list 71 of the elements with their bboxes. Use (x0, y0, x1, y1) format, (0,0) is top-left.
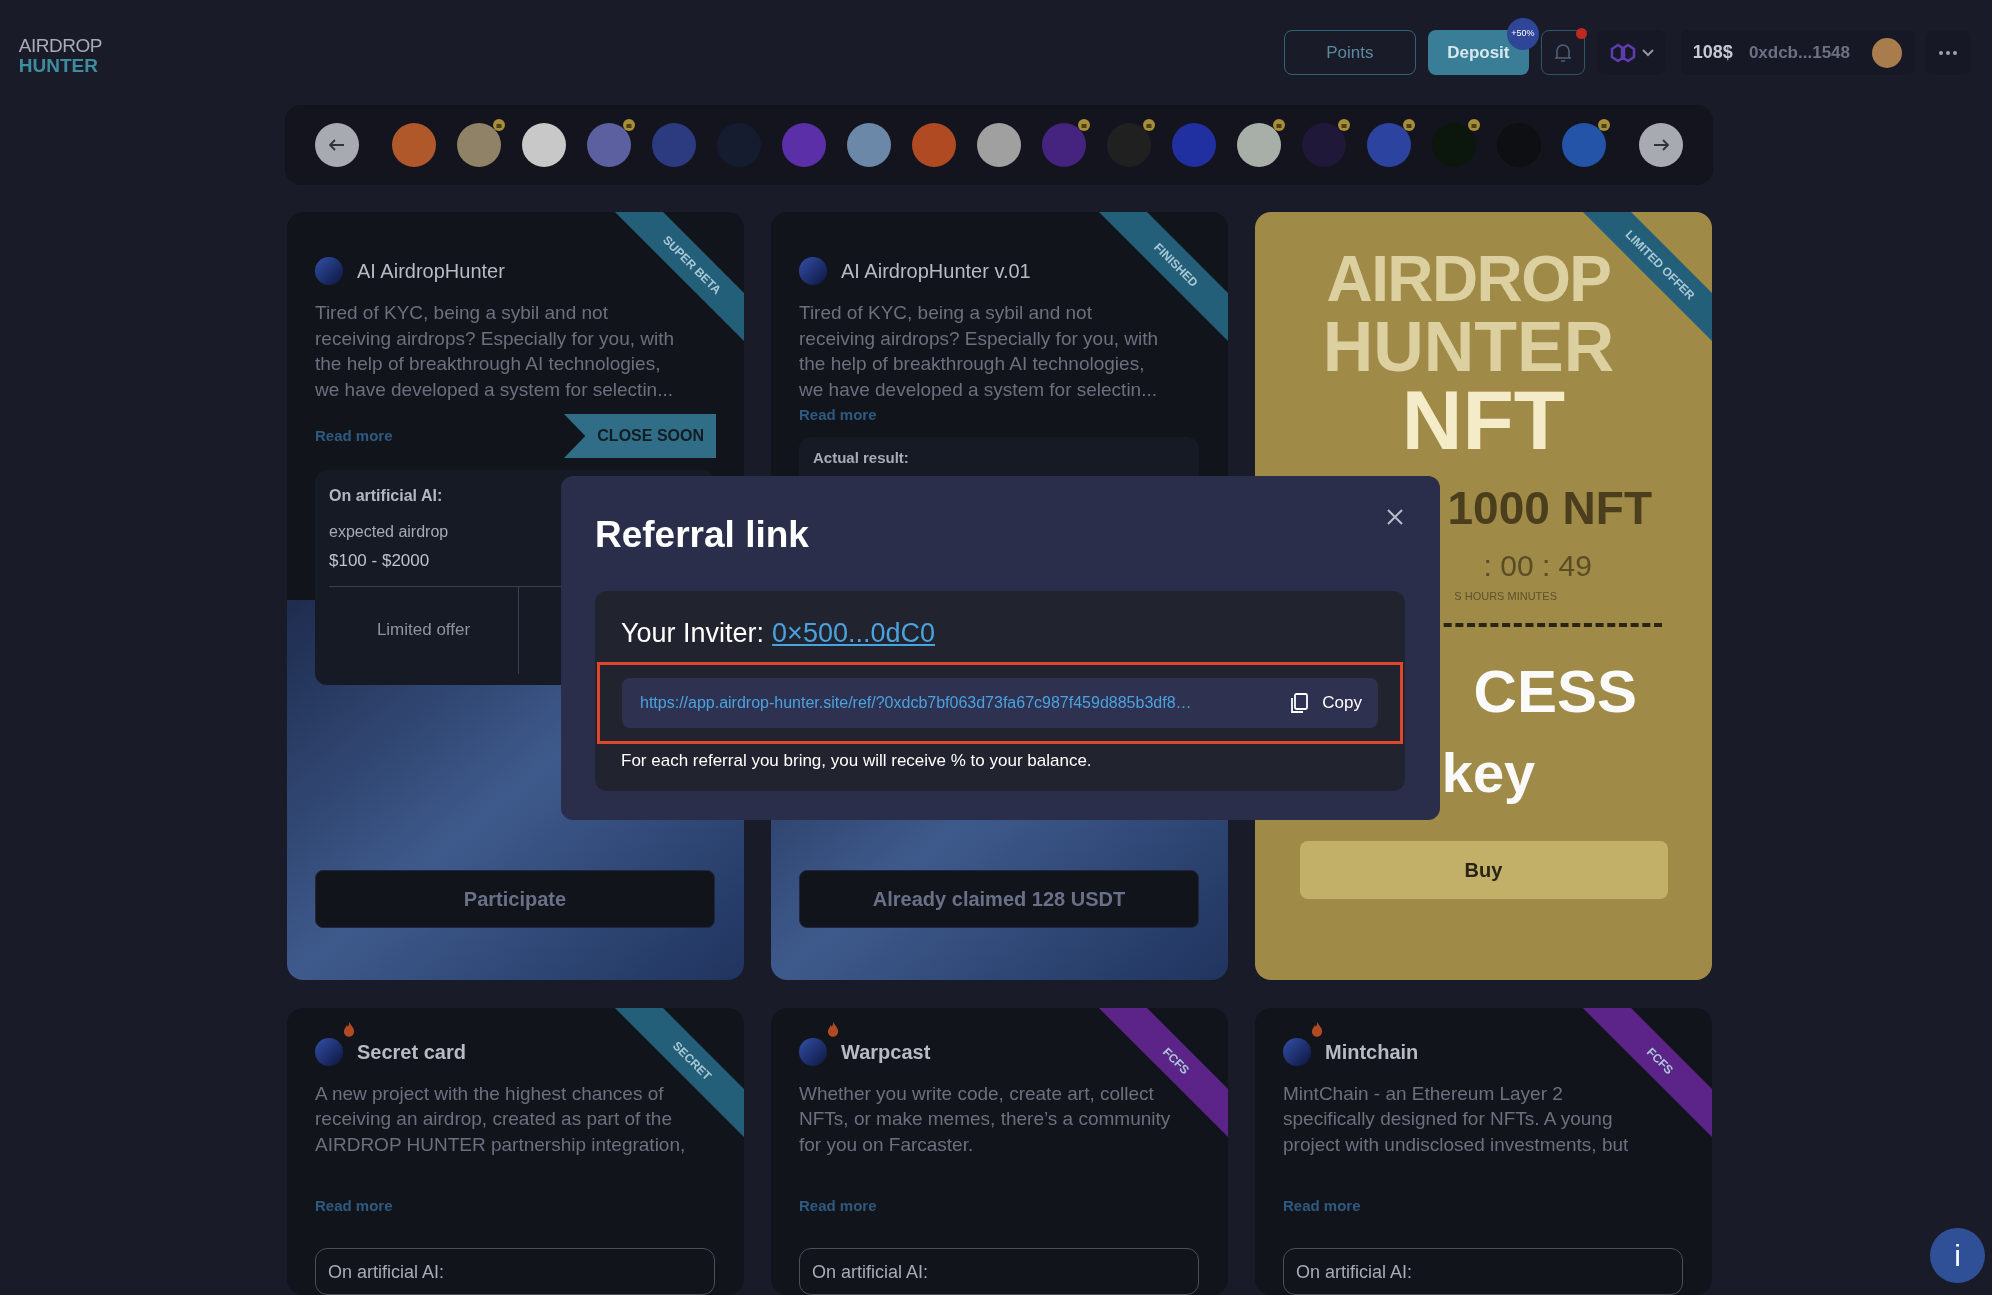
copy-button[interactable]: Copy (1290, 689, 1362, 716)
card-description: MintChain - an Ethereum Layer 2 specifically designed for NFTs. A young project with undisclosed investments, but (1283, 1081, 1630, 1157)
coin-icon[interactable] (1237, 123, 1281, 167)
stat-value: $100 - $2000 (329, 550, 430, 572)
arrow-left-icon (329, 139, 345, 151)
key-text: key (1441, 739, 1536, 806)
inviter-link[interactable]: 0×500...0dC0 (772, 613, 935, 654)
read-more-link[interactable]: Read more (799, 404, 877, 427)
project-logo (315, 1037, 343, 1066)
referral-url: https://app.airdrop-hunter.site/ref/?0xdcb7bf063d73fa67c987f459d885b3df8… (640, 692, 1192, 713)
chevron-down-icon (1641, 48, 1654, 57)
info-button[interactable]: i (1930, 1228, 1985, 1283)
card-description: Whether you write code, create art, collect NFTs, or make memes, there’s a community for you on Farcaster. (799, 1081, 1171, 1157)
referral-link-field[interactable]: https://app.airdrop-hunter.site/ref/?0xdcb7bf063d73fa67c987f459d885b3df8… Copy (622, 677, 1378, 728)
offer-label: Limited offer (329, 586, 519, 674)
network-selector[interactable] (1596, 30, 1665, 75)
card-title: AI AirdropHunter (357, 259, 505, 284)
read-more-link[interactable]: Read more (1283, 1195, 1361, 1218)
menu-button[interactable] (1926, 30, 1970, 75)
read-more-link[interactable]: Read more (315, 424, 393, 448)
stats-heading: On artificial AI: (1296, 1260, 1413, 1284)
dialog-title: Referral link (595, 513, 809, 557)
coin-icon[interactable] (457, 123, 501, 167)
card-description: A new project with the highest chances of receiving an airdrop, created as part of the AIRDROP HUNTER partnership integration, (315, 1081, 687, 1157)
card-title: Warpcast (841, 1039, 931, 1065)
project-logo (1283, 1037, 1311, 1066)
action-button[interactable]: Participate (315, 870, 715, 928)
stats-heading: On artificial AI: (329, 486, 443, 506)
supply-text: 1000 NFT (1447, 481, 1652, 536)
ticket-heading: AIRDROP (1326, 246, 1611, 312)
stats-heading: On artificial AI: (328, 1260, 445, 1284)
copy-icon (1290, 692, 1309, 713)
timer-units: S HOURS MINUTES (1454, 589, 1557, 604)
coin-icon[interactable] (847, 123, 891, 167)
card-title: Secret card (357, 1039, 466, 1065)
logo-text: AIRDROP (18, 35, 102, 56)
stat-label: expected airdrop (329, 522, 449, 542)
inviter-label: Your Inviter: (621, 617, 765, 650)
close-icon (1386, 508, 1404, 526)
buy-button[interactable]: Buy (1299, 840, 1668, 899)
project-logo (799, 257, 827, 285)
arrow-right-icon (1653, 139, 1669, 151)
avatar (1872, 37, 1902, 68)
notifications-button[interactable] (1540, 30, 1585, 75)
more-icon (1939, 50, 1957, 55)
coin-icon[interactable] (977, 123, 1021, 167)
card-title: AI AirdropHunter v.01 (841, 259, 1031, 284)
bell-icon (1553, 42, 1572, 63)
card-description: Tired of KYC, being a sybil and not receiving airdrops? Especially for you, with the help of breakthrough AI technologies, we have developed a system for selectin... (799, 301, 1160, 402)
status-tag: CLOSE SOON (564, 414, 716, 458)
ticket-heading: HUNTER (1322, 312, 1615, 382)
referral-note: For each referral you bring, you will receive % to your balance. (621, 749, 1093, 772)
next-button[interactable] (1639, 123, 1683, 167)
timer-text: : 00 : 49 (1483, 548, 1592, 584)
project-logo (315, 257, 343, 285)
card-title: Mintchain (1325, 1039, 1419, 1065)
wallet-address[interactable]: 0xdcb...1548 (1748, 39, 1850, 66)
previous-button[interactable] (315, 123, 359, 167)
access-text: CESS (1473, 656, 1637, 727)
balance-text: 108$ (1692, 41, 1733, 64)
stats-heading: Actual result: (813, 447, 909, 468)
ticket-big-text: NFT (1401, 384, 1566, 456)
read-more-link[interactable]: Read more (315, 1195, 393, 1218)
points-button[interactable]: Points (1283, 30, 1416, 75)
project-logo (799, 1037, 827, 1066)
logo-text: HUNTER (18, 55, 99, 76)
stats-heading: On artificial AI: (812, 1260, 929, 1284)
read-more-link[interactable]: Read more (799, 1195, 877, 1218)
action-button[interactable]: Already claimed 128 USDT (799, 870, 1199, 928)
coin-icon[interactable] (522, 123, 566, 167)
card-description: Tired of KYC, being a sybil and not receiving airdrops? Especially for you, with the help of breakthrough AI technologies, we have developed a system for selectin... (315, 301, 676, 402)
